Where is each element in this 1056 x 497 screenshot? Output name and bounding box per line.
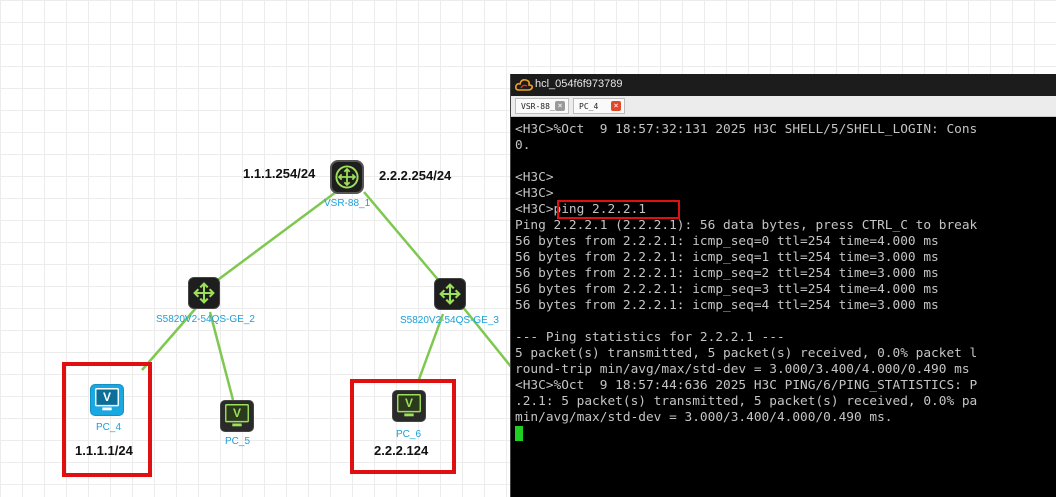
terminal-titlebar[interactable]: hcl_054f6f973789	[511, 74, 1056, 96]
pc6-highlight-box	[350, 379, 456, 474]
link-router-switch-right	[363, 191, 441, 283]
switch-right-node[interactable]	[434, 278, 466, 310]
switch-right-name-label: S5820V2-54QS-GE_3	[400, 315, 499, 326]
tab-pc-4[interactable]: PC_4 ×	[573, 98, 625, 114]
ping-command-highlight-box	[557, 200, 680, 219]
switch-icon	[193, 282, 215, 304]
terminal-window[interactable]: hcl_054f6f973789 VSR-88_1 × PC_4 × <H3C>…	[510, 74, 1056, 497]
router-left-ip-label: 1.1.1.254/24	[243, 166, 316, 181]
pc5-name-label: PC_5	[225, 436, 251, 447]
terminal-line: <H3C>%Oct 9 18:57:32:131 2025 H3C SHELL/…	[515, 122, 978, 137]
terminal-window-title: hcl_054f6f973789	[535, 78, 623, 90]
terminal-line: Ping 2.2.2.1 (2.2.2.1): 56 data bytes, p…	[515, 218, 978, 233]
pc4-highlight-box	[62, 362, 152, 477]
router-icon	[335, 165, 359, 189]
terminal-line: 56 bytes from 2.2.2.1: icmp_seq=1 ttl=25…	[515, 250, 939, 265]
terminal-line: <H3C>%Oct 9 18:57:44:636 2025 H3C PING/6…	[515, 378, 978, 393]
terminal-line: 56 bytes from 2.2.2.1: icmp_seq=0 ttl=25…	[515, 234, 939, 249]
router-node[interactable]	[330, 160, 364, 194]
close-icon[interactable]: ×	[611, 101, 621, 111]
switch-icon	[439, 283, 461, 305]
tab-label: VSR-88_1	[521, 102, 560, 111]
terminal-line: <H3C>	[515, 170, 554, 185]
terminal-line: 5 packet(s) transmitted, 5 packet(s) rec…	[515, 346, 978, 361]
router-name-label: VSR-88_1	[324, 198, 371, 209]
cloud-logo-icon	[515, 79, 533, 91]
link-switch-left-pc5	[208, 311, 235, 401]
router-right-ip-label: 2.2.2.254/24	[379, 168, 452, 183]
pc-glyph: V	[233, 406, 242, 420]
terminal-cursor-line	[515, 426, 1056, 442]
terminal-line: .2.1: 5 packet(s) transmitted, 5 packet(…	[515, 394, 978, 409]
switch-left-name-label: S5820V2-54QS-GE_2	[156, 314, 255, 325]
terminal-line: --- Ping statistics for 2.2.2.1 ---	[515, 330, 785, 345]
terminal-cursor	[515, 426, 523, 441]
terminal-tabbar: VSR-88_1 × PC_4 ×	[511, 96, 1056, 117]
terminal-line: 56 bytes from 2.2.2.1: icmp_seq=4 ttl=25…	[515, 298, 939, 313]
terminal-line: 0.	[515, 138, 531, 153]
tab-label: PC_4	[579, 102, 599, 111]
tab-vsr-88-1[interactable]: VSR-88_1 ×	[515, 98, 569, 114]
link-router-switch-left	[214, 190, 337, 284]
terminal-line: min/avg/max/std-dev = 3.000/3.400/4.000/…	[515, 410, 893, 425]
close-icon[interactable]: ×	[555, 101, 565, 111]
terminal-line: round-trip min/avg/max/std-dev = 3.000/3…	[515, 362, 970, 377]
terminal-screen[interactable]: <H3C>%Oct 9 18:57:32:131 2025 H3C SHELL/…	[511, 116, 1056, 497]
switch-left-node[interactable]	[188, 277, 220, 309]
terminal-line: 56 bytes from 2.2.2.1: icmp_seq=2 ttl=25…	[515, 266, 939, 281]
pc5-node[interactable]: V	[220, 400, 254, 432]
terminal-line: 56 bytes from 2.2.2.1: icmp_seq=3 ttl=25…	[515, 282, 939, 297]
